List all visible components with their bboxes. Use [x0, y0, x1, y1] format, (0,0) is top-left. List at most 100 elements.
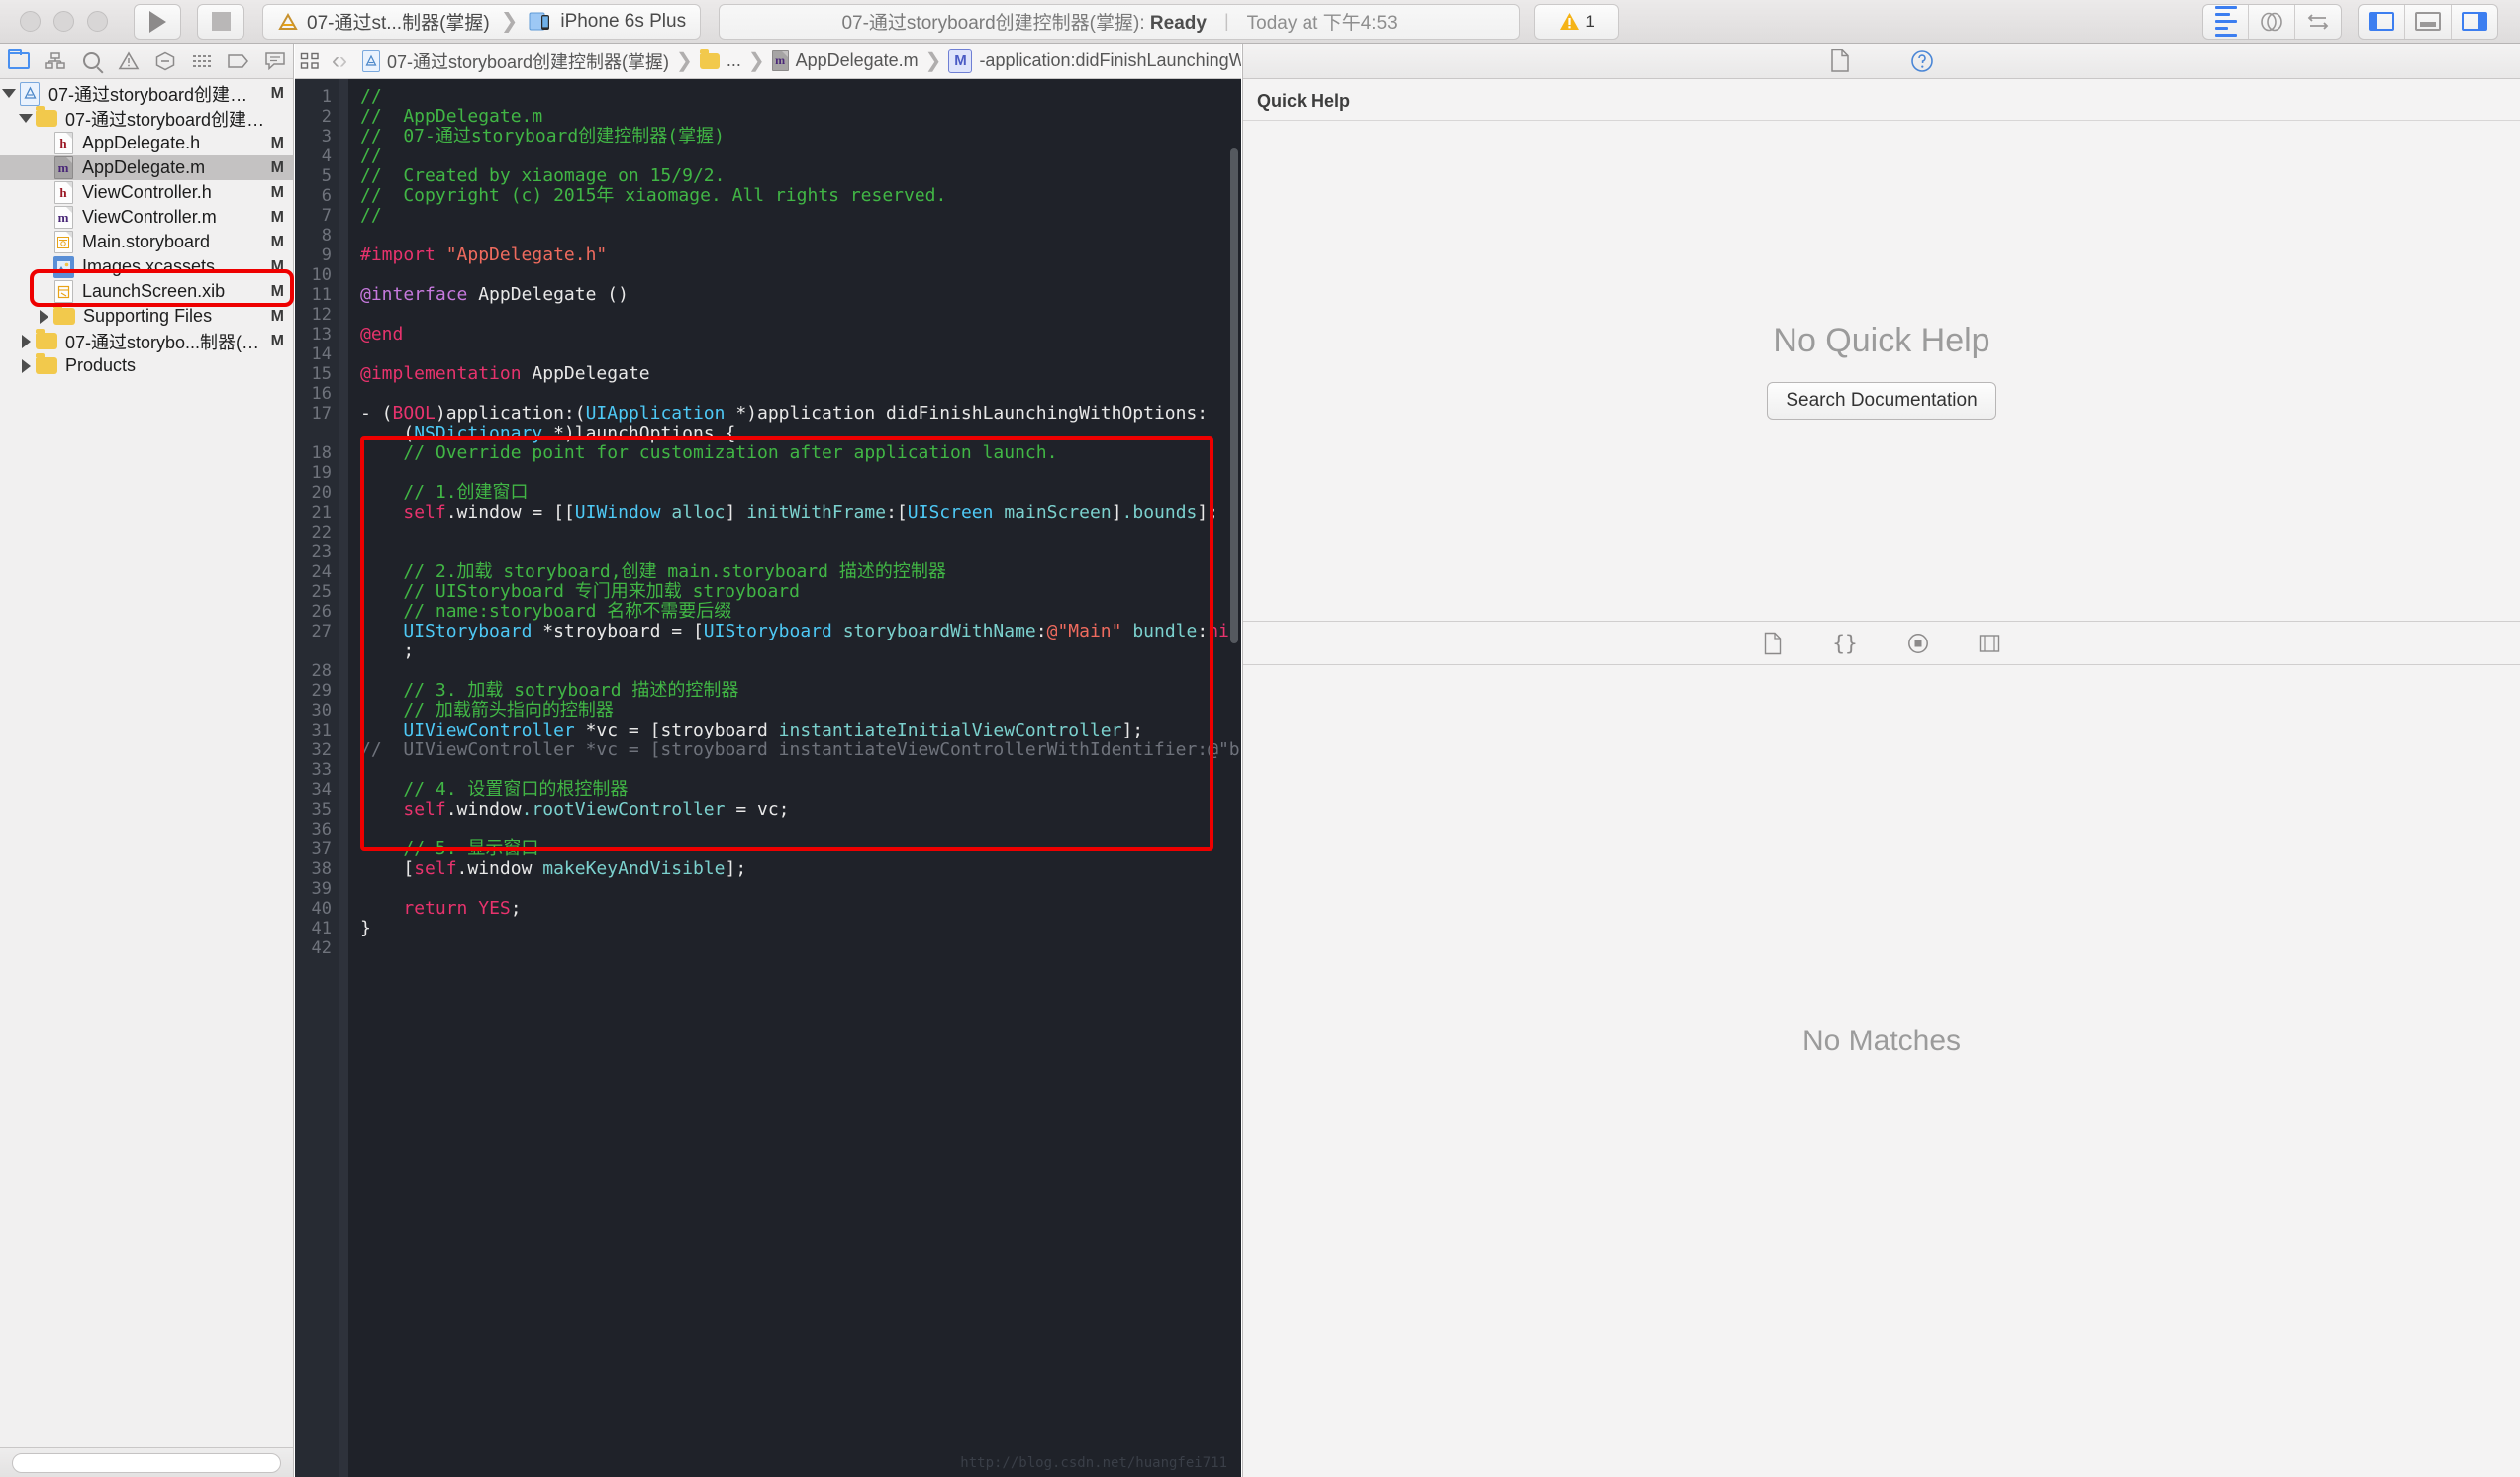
code-line[interactable]: [360, 542, 1241, 562]
report-navigator-tab[interactable]: [256, 44, 293, 78]
object-library-tab[interactable]: [1907, 633, 1929, 654]
disclosure-triangle[interactable]: [35, 309, 52, 324]
code-line[interactable]: [360, 820, 1241, 839]
code-line[interactable]: @interface AppDelegate (): [360, 285, 1241, 305]
code-line[interactable]: (NSDictionary *)launchOptions {: [360, 424, 1241, 443]
standard-editor-button[interactable]: [2203, 4, 2249, 39]
source-code-view[interactable]: 1 2 3 4 5 6 7 8 9 10 11 12 13 14 15 16 17 18 19 20 21 22 23 24 2…: [295, 79, 1241, 1477]
toggle-navigator-button[interactable]: [2359, 4, 2405, 39]
code-line[interactable]: @end: [360, 325, 1241, 345]
assistant-editor-button[interactable]: [2249, 4, 2295, 39]
quick-help-tab[interactable]: [1910, 49, 1934, 73]
code-line[interactable]: // UIViewController *vc = [stroyboard in…: [360, 740, 1241, 760]
tree-row-launchscreen-xib[interactable]: LaunchScreen.xib M: [0, 279, 293, 304]
filter-input[interactable]: [12, 1453, 281, 1473]
debug-navigator-tab[interactable]: [183, 44, 220, 78]
search-documentation-button[interactable]: Search Documentation: [1767, 382, 1996, 420]
code-line[interactable]: self.window.rootViewController = vc;: [360, 800, 1241, 820]
code-line[interactable]: // Copyright (c) 2015年 xiaomage. All rig…: [360, 186, 1241, 206]
tree-row-supporting-files[interactable]: Supporting Files M: [0, 304, 293, 329]
tree-row-images-xcassets[interactable]: Images.xcassets M: [0, 254, 293, 279]
code-line[interactable]: #import "AppDelegate.h": [360, 246, 1241, 265]
code-line[interactable]: // 5. 显示窗口: [360, 839, 1241, 859]
tree-row-appdelegate-m[interactable]: m AppDelegate.m M: [0, 155, 293, 180]
disclosure-triangle[interactable]: [17, 114, 35, 123]
tree-row-viewcontroller-m[interactable]: m ViewController.m M: [0, 205, 293, 230]
stop-button[interactable]: [198, 5, 243, 39]
code-line[interactable]: //: [360, 147, 1241, 166]
code-line[interactable]: [360, 463, 1241, 483]
project-file-tree[interactable]: 07-通过storyboard创建控制器(掌握) M 07-通过storyboa…: [0, 79, 293, 378]
toggle-utilities-button[interactable]: [2452, 5, 2497, 39]
code-line[interactable]: return YES;: [360, 899, 1241, 919]
tree-row-main-storyboard[interactable]: Main.storyboard M: [0, 230, 293, 254]
code-line[interactable]: @implementation AppDelegate: [360, 364, 1241, 384]
scheme-selector[interactable]: 07-通过st...制器(掌握) ❯ iPhone 6s Plus: [262, 3, 702, 40]
breadcrumb-project[interactable]: 07-通过storyboard创建控制器(掌握): [359, 49, 672, 74]
related-items-button[interactable]: [300, 44, 320, 78]
code-snippet-library-tab[interactable]: {}: [1832, 632, 1857, 655]
file-template-library-tab[interactable]: [1763, 632, 1783, 655]
toggle-debug-button[interactable]: [2405, 4, 2452, 39]
code-line[interactable]: // Override point for customization afte…: [360, 443, 1241, 463]
code-line[interactable]: [360, 661, 1241, 681]
code-line[interactable]: // 07-通过storyboard创建控制器(掌握): [360, 127, 1241, 147]
code-line[interactable]: [360, 879, 1241, 899]
code-line[interactable]: }: [360, 919, 1241, 938]
window-controls[interactable]: [0, 11, 108, 32]
code-line[interactable]: // 3. 加载 sotryboard 描述的控制器: [360, 681, 1241, 701]
file-inspector-tab[interactable]: [1829, 49, 1851, 73]
code-line[interactable]: [360, 523, 1241, 542]
code-line[interactable]: [360, 384, 1241, 404]
code-line[interactable]: [360, 938, 1241, 958]
code-line[interactable]: // AppDelegate.m: [360, 107, 1241, 127]
minimize-window-button[interactable]: [53, 11, 74, 32]
symbol-navigator-tab[interactable]: [37, 44, 73, 78]
code-line[interactable]: //: [360, 206, 1241, 226]
version-editor-button[interactable]: [2295, 5, 2341, 39]
tree-row-project[interactable]: 07-通过storyboard创建控制器(掌握) M: [0, 81, 293, 106]
disclosure-triangle[interactable]: [17, 334, 35, 348]
close-window-button[interactable]: [20, 11, 41, 32]
project-navigator-tab[interactable]: [0, 44, 37, 78]
code-text[interactable]: //// AppDelegate.m// 07-通过storyboard创建控制…: [348, 79, 1241, 1477]
tree-row-group-main[interactable]: 07-通过storyboard创建控制器(掌握): [0, 106, 293, 131]
code-line[interactable]: // Created by xiaomage on 15/9/2.: [360, 166, 1241, 186]
code-line[interactable]: [360, 345, 1241, 364]
tree-row-viewcontroller-h[interactable]: h ViewController.h M: [0, 180, 293, 205]
go-back-button[interactable]: ‹: [332, 44, 339, 78]
code-line[interactable]: UIViewController *vc = [stroyboard insta…: [360, 721, 1241, 740]
code-line[interactable]: [360, 265, 1241, 285]
scheme-destination[interactable]: iPhone 6s Plus: [529, 11, 686, 33]
code-line[interactable]: // UIStoryboard 专门用来加载 stroyboard: [360, 582, 1241, 602]
activity-status-view[interactable]: 07-通过storyboard创建控制器(掌握): Ready | Today …: [719, 3, 1521, 40]
breakpoint-navigator-tab[interactable]: [220, 44, 256, 78]
code-line[interactable]: self.window = [[UIWindow alloc] initWith…: [360, 503, 1241, 523]
code-line[interactable]: ;: [360, 641, 1241, 661]
tree-row-products[interactable]: Products: [0, 353, 293, 378]
code-line[interactable]: //: [360, 87, 1241, 107]
scheme-target[interactable]: 07-通过st...制器(掌握): [277, 8, 490, 35]
go-forward-button[interactable]: ›: [339, 44, 347, 78]
code-line[interactable]: // 4. 设置窗口的根控制器: [360, 780, 1241, 800]
code-line[interactable]: [360, 760, 1241, 780]
media-library-tab[interactable]: [1979, 634, 2000, 653]
test-navigator-tab[interactable]: [146, 44, 183, 78]
disclosure-triangle[interactable]: [17, 358, 35, 373]
navigator-filter-bar[interactable]: [0, 1447, 293, 1477]
code-line[interactable]: // 1.创建窗口: [360, 483, 1241, 503]
code-line[interactable]: // 加载箭头指向的控制器: [360, 701, 1241, 721]
code-folding-ribbon[interactable]: [339, 79, 348, 1477]
code-line[interactable]: [self.window makeKeyAndVisible];: [360, 859, 1241, 879]
breadcrumb-method[interactable]: M -application:didFinishLaunchingWithOpt…: [945, 49, 1241, 73]
code-line[interactable]: [360, 305, 1241, 325]
find-navigator-tab[interactable]: [73, 44, 110, 78]
breadcrumb-file[interactable]: m AppDelegate.m: [769, 50, 921, 71]
run-button[interactable]: [135, 5, 180, 39]
code-line[interactable]: UIStoryboard *stroyboard = [UIStoryboard…: [360, 622, 1241, 641]
issue-navigator-tab[interactable]: [110, 44, 146, 78]
code-line[interactable]: - (BOOL)application:(UIApplication *)app…: [360, 404, 1241, 424]
issue-count-badge[interactable]: 1: [1534, 3, 1620, 40]
zoom-window-button[interactable]: [87, 11, 108, 32]
editor-scrollbar[interactable]: [1230, 148, 1238, 643]
